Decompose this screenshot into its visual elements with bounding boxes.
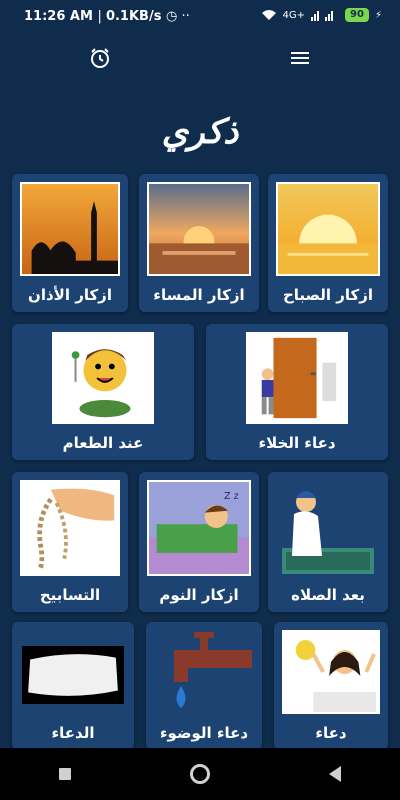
back-button[interactable] xyxy=(328,766,341,782)
card-dua[interactable]: دعاء xyxy=(274,622,388,750)
girl-waking-image xyxy=(282,630,380,714)
card-toilet[interactable]: دعاء الخلاء xyxy=(206,324,388,460)
signal-icon xyxy=(311,11,334,21)
card-label: دعاء الخلاء xyxy=(258,434,336,452)
card-sleep[interactable]: Z z ازكار النوم xyxy=(139,472,259,612)
system-nav-bar xyxy=(0,748,400,800)
boy-eating-image xyxy=(52,332,154,424)
card-label: ازكار النوم xyxy=(159,586,239,604)
app-title: ذكري xyxy=(161,112,239,152)
card-evening[interactable]: ازكار المساء xyxy=(139,174,259,312)
card-label: ازكار الصباح xyxy=(282,286,374,304)
network-type: 4G+ xyxy=(282,9,306,21)
sunrise-image xyxy=(276,182,380,276)
prayer-beads-image xyxy=(20,480,120,576)
card-label: بعد الصلاه xyxy=(291,586,365,604)
top-bar xyxy=(0,40,400,76)
svg-text:Z z: Z z xyxy=(224,491,239,502)
card-tasbih[interactable]: التسابيح xyxy=(12,472,128,612)
alarm-clock-icon[interactable] xyxy=(86,44,114,72)
card-label: ازكار المساء xyxy=(153,286,245,304)
card-label: الدعاء xyxy=(51,724,95,742)
home-button[interactable] xyxy=(189,764,210,784)
man-praying-image xyxy=(276,480,380,576)
card-after-prayer[interactable]: بعد الصلاه xyxy=(268,472,388,612)
card-morning[interactable]: ازكار الصباح xyxy=(268,174,388,312)
charging-icon: ⚡ xyxy=(374,9,382,21)
status-time: 11:26 AM | 0.1KB/s ◷ ·· xyxy=(24,9,190,24)
card-wudu[interactable]: دعاء الوضوء xyxy=(146,622,262,750)
sea-sunset-image xyxy=(147,182,251,276)
card-eating[interactable]: عند الطعام xyxy=(12,324,194,460)
card-supplication[interactable]: الدعاء xyxy=(12,622,134,750)
card-label: دعاء الوضوء xyxy=(159,724,249,742)
boy-door-image xyxy=(246,332,348,424)
boy-sleeping-image: Z z xyxy=(147,480,251,576)
network-speed: 0.1KB/s xyxy=(105,9,162,24)
water-tap-image xyxy=(154,630,254,714)
alarm-small-icon: ◷ ·· xyxy=(165,9,190,24)
status-icons: 4G+ 90 ⚡ xyxy=(261,8,382,22)
recents-button[interactable] xyxy=(59,768,72,780)
battery-badge: 90 xyxy=(345,8,369,22)
menu-icon[interactable] xyxy=(286,44,314,72)
wifi-icon xyxy=(261,10,276,20)
clock-text: 11:26 AM xyxy=(24,9,93,24)
mosque-sunset-image xyxy=(20,182,120,276)
card-label: عند الطعام xyxy=(62,434,144,452)
card-label: ازكار الأذان xyxy=(28,286,112,304)
card-label: التسابيح xyxy=(39,586,101,604)
card-athan[interactable]: ازكار الأذان xyxy=(12,174,128,312)
card-label: دعاء xyxy=(315,724,347,742)
white-cloth-image xyxy=(22,646,124,704)
status-bar: 11:26 AM | 0.1KB/s ◷ ·· 4G+ 90 ⚡ xyxy=(0,0,400,34)
